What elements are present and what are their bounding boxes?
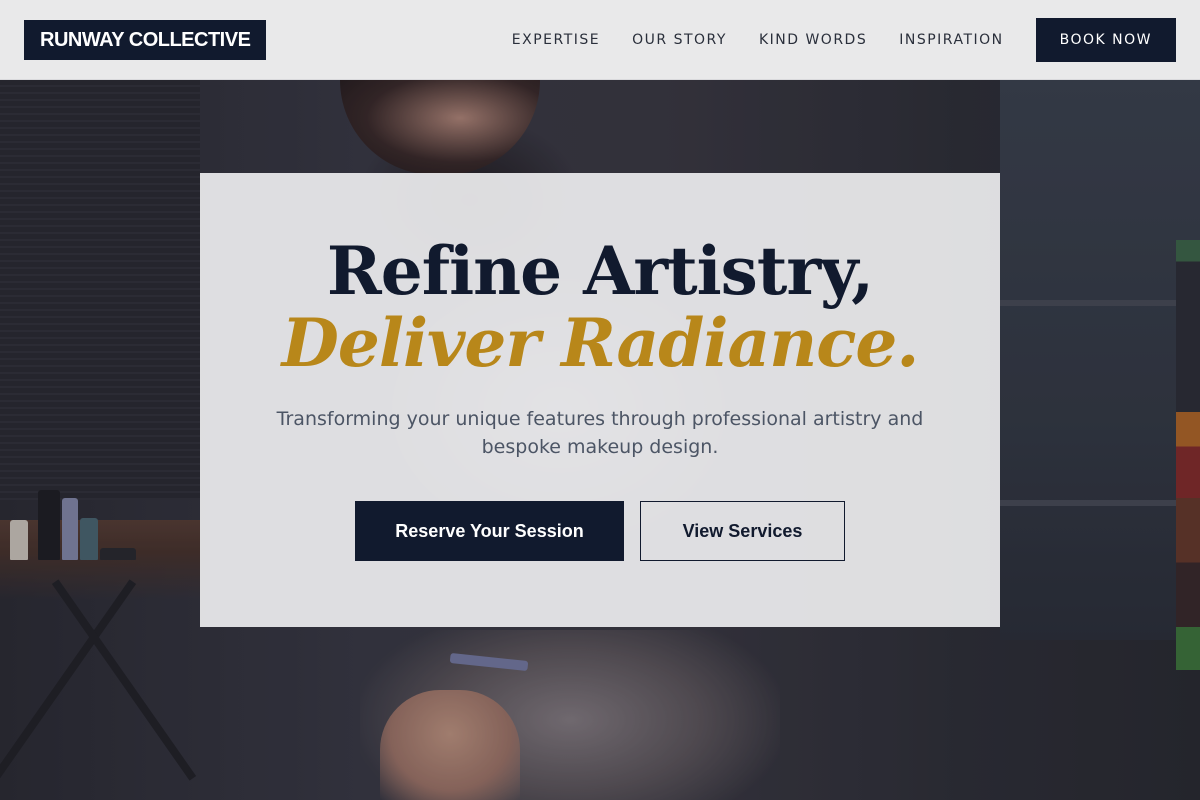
site-header: RUNWAY COLLECTIVE EXPERTISE OUR STORY KI… — [0, 0, 1200, 80]
main-nav: EXPERTISE OUR STORY KIND WORDS INSPIRATI… — [512, 0, 1176, 80]
nav-link-inspiration[interactable]: INSPIRATION — [899, 32, 1003, 48]
hero-subtitle: Transforming your unique features throug… — [276, 408, 924, 458]
nav-link-expertise[interactable]: EXPERTISE — [512, 32, 600, 48]
book-now-button[interactable]: BOOK NOW — [1035, 18, 1176, 62]
nav-link-our-story[interactable]: OUR STORY — [632, 32, 727, 48]
hero-headline-accent: Deliver Radiance. — [281, 304, 920, 382]
reserve-session-button[interactable]: Reserve Your Session — [355, 501, 624, 561]
hero-card: Refine Artistry, Deliver Radiance. Trans… — [200, 173, 1000, 627]
view-services-button[interactable]: View Services — [640, 501, 845, 561]
brand-logo[interactable]: RUNWAY COLLECTIVE — [24, 20, 267, 60]
nav-link-kind-words[interactable]: KIND WORDS — [759, 32, 867, 48]
hero-button-group: Reserve Your Session View Services — [200, 501, 1000, 561]
hero-headline: Refine Artistry, — [326, 232, 874, 310]
page: RUNWAY COLLECTIVE EXPERTISE OUR STORY KI… — [0, 0, 1200, 800]
